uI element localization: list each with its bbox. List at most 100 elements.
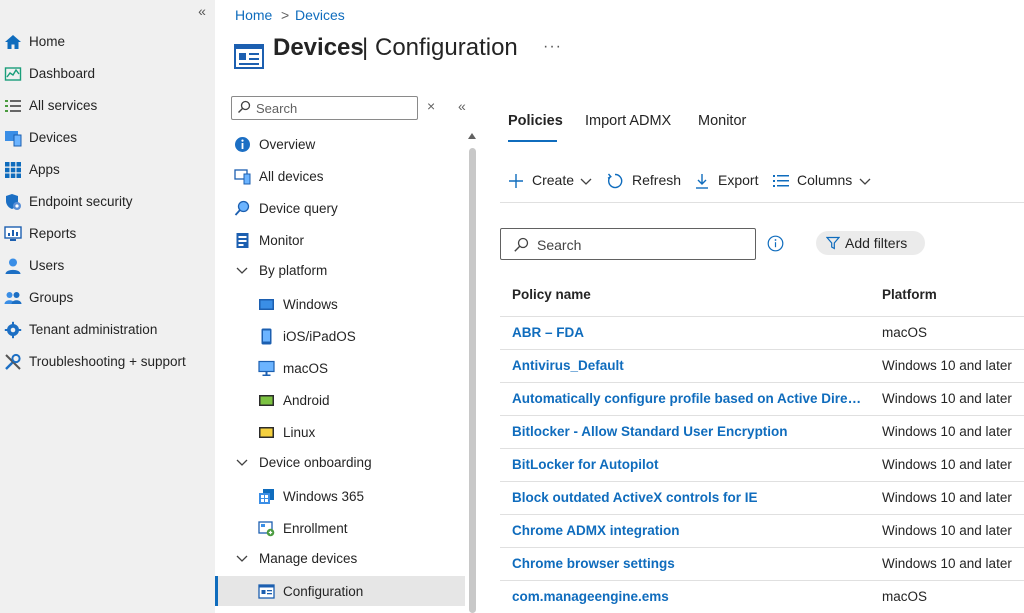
chevron-down-icon bbox=[236, 555, 248, 562]
menu-item-android[interactable]: Android bbox=[230, 387, 465, 415]
create-button[interactable]: Create bbox=[507, 170, 595, 192]
export-label: Export bbox=[718, 172, 759, 188]
nav-item-reports[interactable]: Reports bbox=[0, 221, 215, 247]
nav-item-troubleshooting[interactable]: Troubleshooting + support bbox=[0, 349, 215, 375]
table-row[interactable]: Bitlocker - Allow Standard User Encrypti… bbox=[500, 415, 1024, 448]
nav-item-label: Apps bbox=[29, 162, 60, 177]
refresh-label: Refresh bbox=[632, 172, 682, 188]
tab-import-admx[interactable]: Import ADMX bbox=[585, 113, 671, 129]
column-header-platform[interactable]: Platform bbox=[882, 287, 937, 302]
menu-group-device-onboarding[interactable]: Device onboarding bbox=[230, 449, 465, 477]
policy-name-link[interactable]: ABR – FDA bbox=[512, 325, 864, 340]
policy-name-link[interactable]: Antivirus_Default bbox=[512, 358, 864, 373]
menu-search-input[interactable] bbox=[256, 99, 414, 117]
table-row[interactable]: Automatically configure profile based on… bbox=[500, 382, 1024, 415]
platform-cell: Windows 10 and later bbox=[882, 424, 1012, 439]
breadcrumb-devices[interactable]: Devices bbox=[295, 7, 345, 23]
chevron-down-icon bbox=[236, 267, 248, 274]
menu-item-macos[interactable]: macOS bbox=[230, 355, 465, 383]
table-row[interactable]: com.manageengine.ems macOS bbox=[500, 580, 1024, 613]
menu-item-label: Overview bbox=[259, 137, 316, 152]
nav-item-endpoint-security[interactable]: Endpoint security bbox=[0, 189, 215, 215]
table-row[interactable]: Block outdated ActiveX controls for IE W… bbox=[500, 481, 1024, 514]
menu-item-linux[interactable]: Linux bbox=[230, 419, 465, 447]
menu-item-label: Windows bbox=[283, 297, 338, 312]
refresh-button[interactable]: Refresh bbox=[606, 170, 682, 192]
groups-icon bbox=[4, 292, 22, 304]
menu-search-box[interactable] bbox=[231, 96, 418, 120]
platform-cell: Windows 10 and later bbox=[882, 391, 1012, 406]
user-icon bbox=[5, 258, 21, 274]
menu-item-device-query[interactable]: Device query bbox=[230, 195, 465, 223]
menu-group-label: Manage devices bbox=[259, 551, 358, 566]
menu-group-by-platform[interactable]: By platform bbox=[230, 257, 465, 285]
menu-item-all-devices[interactable]: All devices bbox=[230, 163, 465, 191]
menu-group-manage-devices[interactable]: Manage devices bbox=[230, 545, 465, 573]
policy-name-link[interactable]: Chrome browser settings bbox=[512, 556, 864, 571]
android-device-icon bbox=[259, 395, 274, 406]
policy-name-link[interactable]: Automatically configure profile based on… bbox=[512, 391, 864, 406]
table-row[interactable]: Chrome browser settings Windows 10 and l… bbox=[500, 547, 1024, 580]
menu-item-enrollment[interactable]: Enrollment bbox=[230, 515, 465, 543]
policy-name-link[interactable]: Bitlocker - Allow Standard User Encrypti… bbox=[512, 424, 864, 439]
policy-name-link[interactable]: BitLocker for Autopilot bbox=[512, 457, 864, 472]
policy-search-input[interactable] bbox=[537, 235, 747, 255]
tab-policies[interactable]: Policies bbox=[508, 113, 563, 129]
column-header-policy-name[interactable]: Policy name bbox=[512, 287, 591, 302]
nav-item-label: Dashboard bbox=[29, 66, 96, 81]
filter-icon bbox=[826, 236, 840, 250]
policy-name-link[interactable]: com.manageengine.ems bbox=[512, 589, 864, 604]
export-button[interactable]: Export bbox=[693, 170, 761, 192]
collapse-nav-icon[interactable]: « bbox=[194, 2, 210, 20]
nav-item-label: Home bbox=[29, 34, 66, 49]
policy-search-box[interactable] bbox=[500, 228, 756, 260]
nav-item-users[interactable]: Users bbox=[0, 253, 215, 279]
breadcrumb-home[interactable]: Home bbox=[235, 7, 272, 23]
menu-item-ios-ipados[interactable]: iOS/iPadOS bbox=[230, 323, 465, 351]
columns-icon bbox=[773, 175, 789, 187]
home-icon bbox=[5, 35, 21, 49]
nav-item-devices[interactable]: Devices bbox=[0, 125, 215, 151]
menu-item-configuration[interactable]: Configuration bbox=[218, 576, 465, 606]
desktop-icon bbox=[258, 360, 275, 376]
nav-item-apps[interactable]: Apps bbox=[0, 157, 215, 183]
nav-item-home[interactable]: Home bbox=[0, 29, 215, 55]
table-row[interactable]: Antivirus_Default Windows 10 and later bbox=[500, 349, 1024, 382]
nav-item-dashboard[interactable]: Dashboard bbox=[0, 61, 215, 87]
left-navigation: « Home Dashboard All services Devices Ap… bbox=[0, 0, 215, 613]
menu-item-label: Windows 365 bbox=[283, 489, 365, 504]
columns-button[interactable]: Columns bbox=[772, 170, 874, 192]
menu-item-monitor[interactable]: Monitor bbox=[230, 227, 465, 255]
more-options-button[interactable]: ··· bbox=[543, 38, 562, 56]
menu-item-overview[interactable]: Overview bbox=[230, 131, 465, 159]
add-filters-button[interactable]: Add filters bbox=[816, 231, 925, 255]
tab-monitor[interactable]: Monitor bbox=[698, 113, 746, 129]
close-icon[interactable]: × bbox=[427, 98, 435, 114]
platform-cell: Windows 10 and later bbox=[882, 457, 1012, 472]
menu-item-windows[interactable]: Windows bbox=[230, 291, 465, 319]
policy-name-link[interactable]: Block outdated ActiveX controls for IE bbox=[512, 490, 864, 505]
reports-icon bbox=[4, 226, 22, 241]
nav-item-groups[interactable]: Groups bbox=[0, 285, 215, 311]
nav-item-all-services[interactable]: All services bbox=[0, 93, 215, 119]
platform-cell: macOS bbox=[882, 325, 928, 340]
table-row[interactable]: BitLocker for Autopilot Windows 10 and l… bbox=[500, 448, 1024, 481]
nav-item-label: Users bbox=[29, 258, 65, 273]
menu-item-label: Enrollment bbox=[283, 521, 348, 536]
nav-item-tenant-administration[interactable]: Tenant administration bbox=[0, 317, 215, 343]
phone-icon bbox=[261, 328, 272, 345]
nav-item-label: Tenant administration bbox=[29, 322, 158, 337]
menu-scrollbar-thumb[interactable] bbox=[469, 148, 476, 613]
info-icon[interactable] bbox=[767, 235, 784, 252]
policy-name-link[interactable]: Chrome ADMX integration bbox=[512, 523, 864, 538]
table-row[interactable]: ABR – FDA macOS bbox=[500, 316, 1024, 349]
menu-group-label: By platform bbox=[259, 263, 328, 278]
nav-item-label: Endpoint security bbox=[29, 194, 133, 209]
scroll-up-arrow-icon[interactable] bbox=[468, 133, 476, 139]
table-row[interactable]: Chrome ADMX integration Windows 10 and l… bbox=[500, 514, 1024, 547]
selected-indicator bbox=[215, 576, 218, 606]
collapse-menu-icon[interactable]: « bbox=[458, 98, 466, 114]
apps-grid-icon bbox=[5, 162, 21, 178]
menu-item-windows-365[interactable]: Windows 365 bbox=[230, 483, 465, 511]
title-separator: | bbox=[362, 34, 369, 61]
